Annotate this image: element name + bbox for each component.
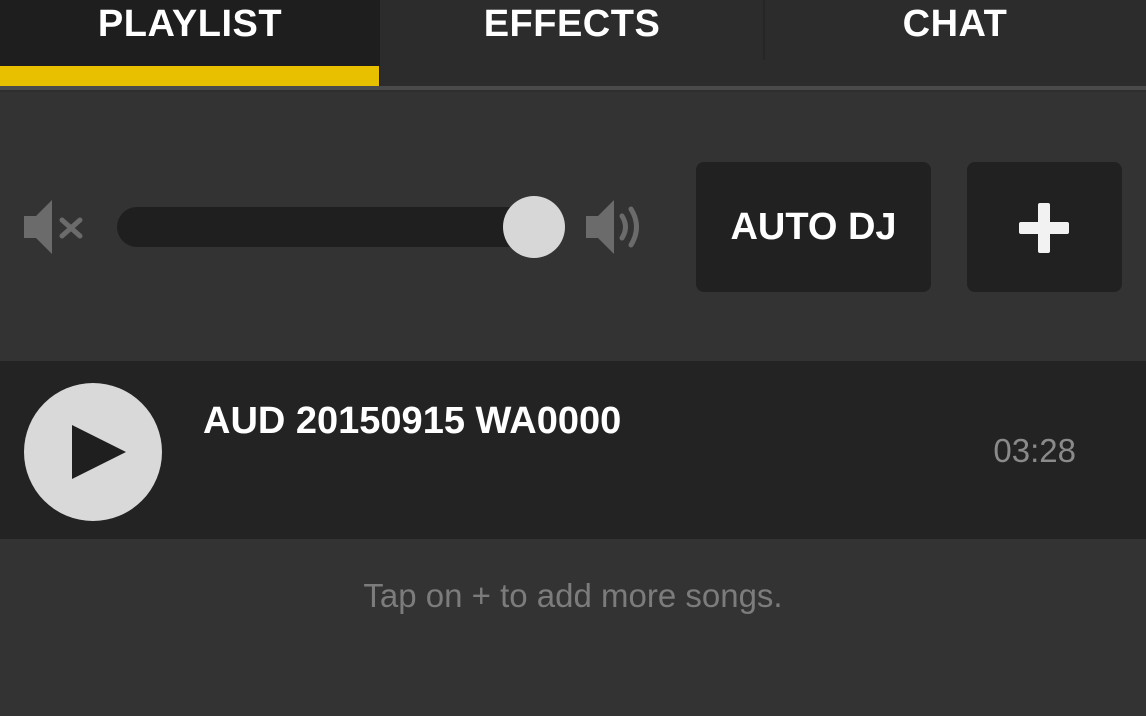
tab-divider bbox=[763, 0, 765, 60]
tab-effects[interactable]: EFFECTS bbox=[380, 0, 764, 86]
tab-bar-divider bbox=[0, 86, 1146, 90]
auto-dj-button[interactable]: AUTO DJ bbox=[696, 162, 931, 292]
auto-dj-label: AUTO DJ bbox=[730, 205, 897, 248]
speaker-muted-icon[interactable] bbox=[20, 196, 88, 258]
tab-playlist[interactable]: PLAYLIST bbox=[0, 0, 380, 86]
volume-slider-track[interactable] bbox=[117, 207, 557, 247]
tab-effects-label: EFFECTS bbox=[483, 3, 661, 45]
speaker-loud-icon[interactable] bbox=[582, 194, 650, 260]
tab-bar: PLAYLIST EFFECTS CHAT bbox=[0, 0, 1146, 92]
play-icon bbox=[72, 425, 126, 479]
tab-chat[interactable]: CHAT bbox=[764, 0, 1146, 86]
active-tab-indicator bbox=[0, 66, 379, 86]
playlist-row[interactable]: AUD 20150915 WA0000 03:28 bbox=[0, 361, 1146, 539]
tab-playlist-label: PLAYLIST bbox=[97, 3, 283, 45]
add-song-button[interactable] bbox=[967, 162, 1122, 292]
volume-slider-knob[interactable] bbox=[503, 196, 565, 258]
add-songs-hint: Tap on + to add more songs. bbox=[363, 577, 783, 614]
song-title: AUD 20150915 WA0000 bbox=[203, 400, 622, 442]
playlist-screen: PLAYLIST EFFECTS CHAT AUTO DJ AUD 201509… bbox=[0, 0, 1146, 716]
play-button[interactable] bbox=[24, 383, 162, 521]
tab-chat-label: CHAT bbox=[902, 3, 1008, 45]
song-duration: 03:28 bbox=[993, 432, 1076, 469]
